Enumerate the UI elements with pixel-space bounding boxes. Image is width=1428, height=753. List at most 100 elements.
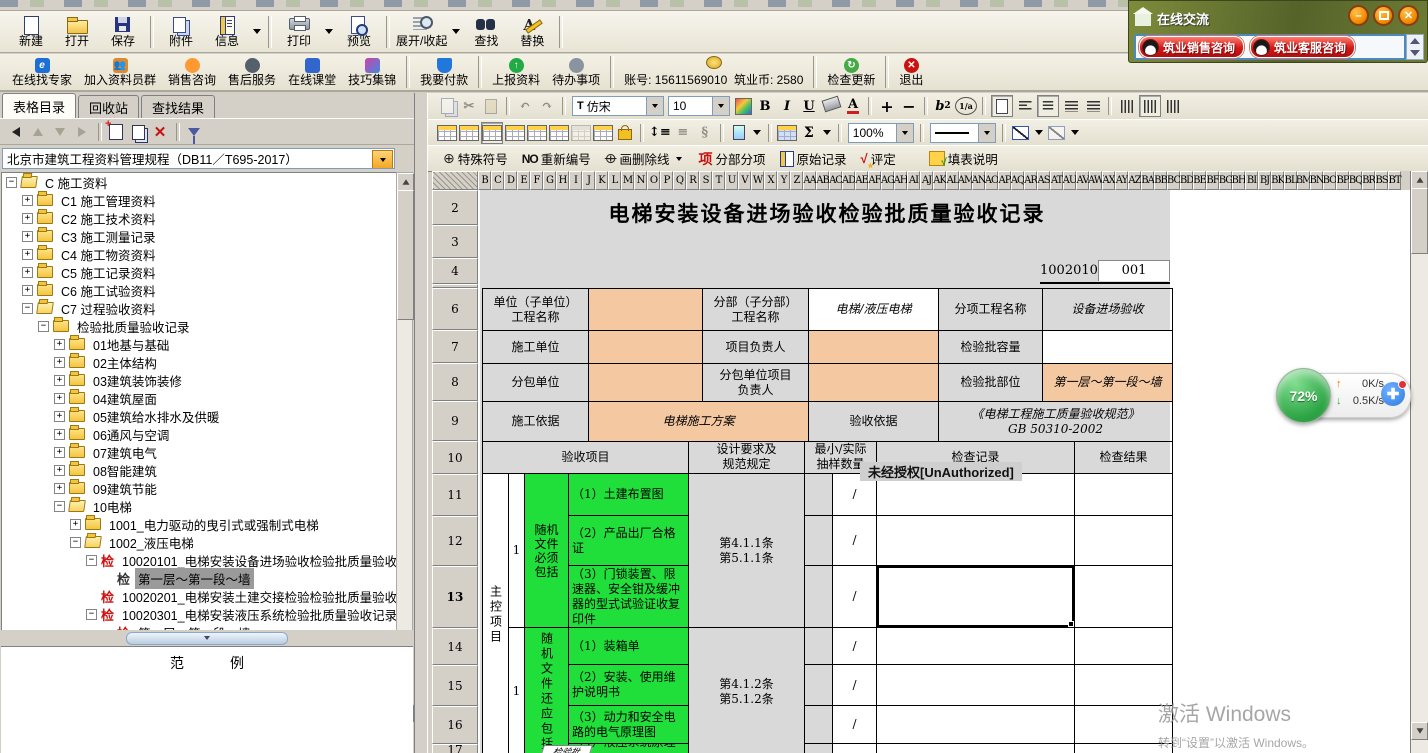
lock-button[interactable]	[615, 123, 635, 143]
subdivision-button[interactable]: 项分部分项	[699, 149, 766, 169]
nav-up-button[interactable]	[28, 123, 48, 142]
column-header-BJ[interactable]: BJ	[1258, 171, 1271, 190]
info-cell[interactable]: 电梯/液压电梯	[809, 289, 939, 331]
delete-record-button[interactable]: ✕	[150, 123, 170, 142]
column-header-J[interactable]: J	[582, 171, 595, 190]
merge-cell-button[interactable]	[549, 123, 569, 143]
tree-item[interactable]: +04建筑屋面	[54, 389, 160, 407]
column-header-BT[interactable]: BT	[1388, 171, 1401, 190]
column-header-T[interactable]: T	[712, 171, 725, 190]
column-header-G[interactable]: G	[543, 171, 556, 190]
check-item-cell[interactable]: （1）装箱单	[569, 628, 689, 665]
tips-button[interactable]: 技巧集锦	[348, 54, 396, 90]
new-button[interactable]: 新建	[10, 13, 52, 51]
record-cell[interactable]	[877, 566, 1075, 628]
row-header-7[interactable]: 7	[432, 330, 478, 363]
column-header-S[interactable]: S	[699, 171, 712, 190]
column-header-C[interactable]: C	[491, 171, 504, 190]
insert-row-above-button[interactable]	[459, 123, 479, 143]
column-header-X[interactable]: X	[764, 171, 777, 190]
tree-item[interactable]: +07建筑电气	[54, 443, 160, 461]
column-header-AA[interactable]: AA	[803, 171, 816, 190]
sample-count-cell[interactable]: /	[833, 628, 877, 665]
tree-item[interactable]: −C7 过程验收资料	[22, 299, 158, 317]
column-header-AR[interactable]: AR	[1024, 171, 1037, 190]
tree-item[interactable]: +C3 施工测量记录	[22, 227, 158, 245]
insert-image-button[interactable]	[729, 123, 749, 143]
expand-toggle[interactable]: +	[54, 483, 65, 494]
collapse-toggle[interactable]: −	[70, 537, 81, 548]
column-header-AB[interactable]: AB	[816, 171, 829, 190]
info-cell[interactable]: 电梯施工方案	[589, 402, 809, 442]
tree-item[interactable]: −1002_液压电梯	[70, 533, 197, 551]
expand-dropdown-arrow[interactable]	[452, 29, 460, 34]
font-size-select[interactable]: 10	[668, 96, 730, 116]
column-header-F[interactable]: F	[530, 171, 543, 190]
column-header-BI[interactable]: BI	[1245, 171, 1258, 190]
column-header-AG[interactable]: AG	[881, 171, 894, 190]
upload-data-button[interactable]: ↑上报资料	[492, 54, 540, 90]
tree-item[interactable]: +06通风与空调	[54, 425, 172, 443]
chat-maximize-button[interactable]	[1373, 5, 1394, 26]
check-update-button[interactable]: ↻检查更新	[827, 54, 875, 90]
nav-down-button[interactable]	[50, 123, 70, 142]
scroll-thumb[interactable]	[397, 190, 414, 320]
sample-count-cell[interactable]	[833, 744, 877, 753]
splitter-collapse-handle[interactable]	[126, 632, 288, 645]
chat-titlebar[interactable]: 在线交流 – ✕	[1135, 5, 1421, 31]
sidebar-splitter[interactable]	[0, 630, 414, 646]
fill-color-button[interactable]	[821, 96, 841, 116]
row-header-11[interactable]: 11	[432, 474, 478, 516]
column-header-AE[interactable]: AE	[855, 171, 868, 190]
scroll-up-button[interactable]	[397, 173, 414, 191]
filter-button[interactable]	[184, 123, 204, 142]
row-header-13[interactable]: 13	[432, 566, 478, 628]
record-cell[interactable]	[877, 665, 1075, 706]
split-cell-button[interactable]	[527, 123, 547, 143]
insert-col-right-button[interactable]	[481, 122, 503, 144]
column-header-BQ[interactable]: BQ	[1349, 171, 1362, 190]
input-cell[interactable]	[589, 289, 703, 331]
sales-consult-button[interactable]: 销售咨询	[168, 54, 216, 90]
sample-count-cell[interactable]: /	[833, 516, 877, 566]
chat-scroll-up-icon[interactable]	[1410, 38, 1420, 44]
column-header-AJ[interactable]: AJ	[920, 171, 933, 190]
memory-percent-ball[interactable]: 72%	[1276, 368, 1331, 423]
expand-toggle[interactable]: +	[54, 393, 65, 404]
sum-dropdown-arrow[interactable]	[823, 130, 831, 135]
font-color-button[interactable]: A	[843, 96, 863, 116]
collapse-toggle[interactable]: −	[86, 555, 97, 566]
result-cell[interactable]	[1075, 706, 1173, 744]
column-header-BS[interactable]: BS	[1375, 171, 1388, 190]
vertical-text-right-button[interactable]	[1163, 96, 1183, 116]
tree-item[interactable]: +05建筑给水排水及供暖	[54, 407, 222, 425]
find-button[interactable]: 查找	[465, 13, 507, 51]
collapse-toggle[interactable]: −	[54, 501, 65, 512]
tree-item[interactable]: −检10020301_电梯安装液压系统检验批质量验收记录	[86, 605, 396, 623]
row-header-9[interactable]: 9	[432, 401, 478, 441]
expand-toggle[interactable]: +	[54, 339, 65, 350]
column-header-Z[interactable]: Z	[790, 171, 803, 190]
expand-toggle[interactable]: +	[54, 465, 65, 476]
result-cell[interactable]	[1075, 665, 1173, 706]
zoom-dropdown-button[interactable]	[896, 124, 913, 142]
collapse-toggle[interactable]: −	[38, 321, 49, 332]
line-style-select[interactable]	[930, 123, 996, 143]
expand-toggle[interactable]: +	[22, 267, 33, 278]
column-header-BK[interactable]: BK	[1271, 171, 1284, 190]
column-header-BR[interactable]: BR	[1362, 171, 1375, 190]
strike-dropdown-arrow[interactable]	[676, 157, 682, 161]
increase-button[interactable]: +	[877, 96, 897, 116]
check-item-cell[interactable]: （3）动力和安全电路的电气原理图	[569, 706, 689, 744]
tree-item[interactable]: −C 施工资料	[6, 173, 111, 191]
expand-toggle[interactable]: +	[22, 231, 33, 242]
new-record-button[interactable]	[106, 123, 126, 142]
line-dropdown-button[interactable]	[978, 124, 995, 142]
chat-minimize-button[interactable]: –	[1348, 5, 1369, 26]
editor-scroll-up-button[interactable]	[1411, 171, 1428, 189]
column-header-AW[interactable]: AW	[1089, 171, 1102, 190]
font-family-select[interactable]: T仿宋	[572, 96, 664, 116]
nav-forward-button[interactable]	[72, 123, 92, 142]
size-dropdown-button[interactable]	[712, 97, 729, 115]
page-setup-button[interactable]	[991, 95, 1013, 117]
